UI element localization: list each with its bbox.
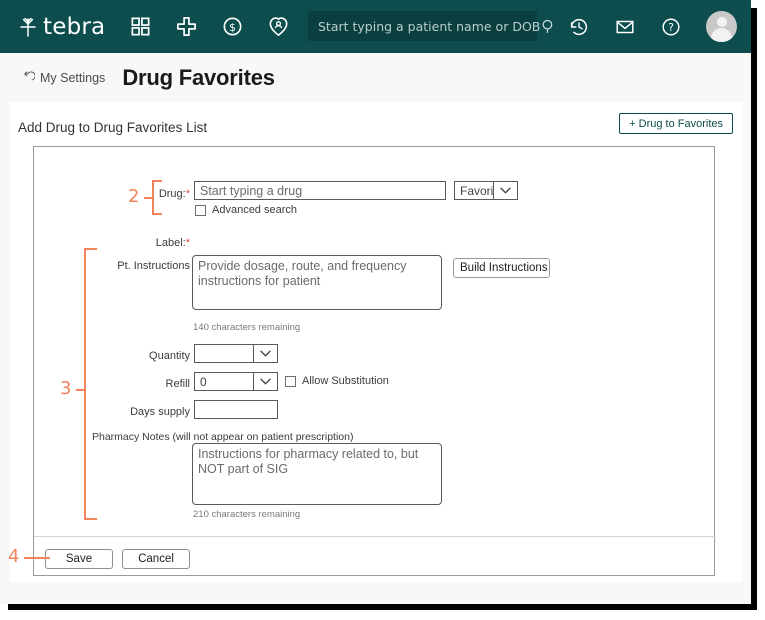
favorites-dropdown[interactable]: Favorites	[454, 181, 518, 200]
add-drug-to-favorites-button[interactable]: + Drug to Favorites	[619, 113, 733, 134]
pharmacy-notes-textarea[interactable]	[192, 443, 442, 505]
screen: tebra $ Start typing a patient name or D…	[0, 0, 765, 620]
refill-label: Refill	[165, 378, 190, 390]
top-navigation-bar: tebra $ Start typing a patient name or D…	[0, 0, 751, 53]
annotation-bracket-2	[152, 180, 162, 215]
search-input[interactable]: Start typing a patient name or DOB	[318, 19, 540, 34]
page-title-bar: My Settings Drug Favorites	[0, 53, 751, 102]
annotation-dash-3	[76, 389, 84, 391]
build-instructions-button[interactable]: Build Instructions	[453, 258, 550, 278]
refill-dropdown-arrow	[253, 373, 277, 390]
annotation-dash-2	[144, 197, 152, 199]
allow-substitution-label: Allow Substitution	[302, 375, 389, 387]
save-button[interactable]: Save	[45, 549, 113, 569]
days-supply-input[interactable]	[194, 400, 278, 419]
days-supply-label: Days supply	[130, 406, 190, 418]
annotation-dash-4	[24, 557, 50, 559]
avatar-body	[711, 28, 732, 42]
dashboard-grid-icon[interactable]	[129, 15, 152, 38]
add-plus-icon[interactable]	[175, 15, 198, 38]
allow-substitution-checkbox[interactable]	[285, 376, 296, 387]
quantity-label: Quantity	[149, 350, 190, 362]
section-title: Add Drug to Drug Favorites List	[18, 120, 208, 135]
mail-envelope-icon[interactable]	[614, 16, 636, 38]
svg-text:?: ?	[668, 22, 674, 34]
pt-instructions-char-hint: 140 characters remaining	[193, 322, 301, 333]
breadcrumb-back-link[interactable]: My Settings	[22, 71, 105, 85]
pharmacy-notes-label: Pharmacy Notes (will not appear on patie…	[92, 431, 354, 443]
refill-dropdown-value: 0	[200, 374, 207, 389]
pharmacy-notes-char-hint: 210 characters remaining	[193, 509, 301, 520]
breadcrumb-label: My Settings	[40, 70, 106, 85]
pt-instructions-textarea[interactable]	[192, 255, 442, 310]
page-title: Drug Favorites	[122, 64, 275, 90]
svg-text:$: $	[229, 22, 236, 34]
tebra-logo[interactable]: tebra	[16, 14, 105, 40]
primary-nav-icons: $	[129, 15, 290, 38]
history-clock-icon[interactable]	[568, 16, 590, 38]
advanced-search-label: Advanced search	[212, 204, 297, 216]
tebra-logo-text: tebra	[43, 13, 106, 40]
content-card: Add Drug to Drug Favorites List + Drug t…	[10, 102, 743, 582]
drug-search-input[interactable]	[194, 181, 446, 200]
form-divider	[34, 536, 716, 537]
favorites-dropdown-value: Favorites	[460, 183, 493, 198]
user-avatar[interactable]	[706, 11, 737, 42]
label-field-label: Label:*	[155, 237, 190, 249]
favorites-dropdown-arrow	[493, 182, 517, 199]
pt-instructions-label: Pt. Instructions	[117, 260, 190, 272]
back-arrow-icon	[22, 71, 36, 84]
refill-dropdown[interactable]: 0	[194, 372, 278, 391]
tebra-leaf-icon	[16, 15, 40, 39]
patient-search-box[interactable]: Start typing a patient name or DOB	[308, 11, 553, 41]
quantity-dropdown[interactable]	[194, 344, 278, 363]
patients-heart-icon[interactable]	[267, 15, 290, 38]
annotation-number-2: 2	[128, 186, 140, 207]
cancel-button[interactable]: Cancel	[122, 549, 190, 569]
annotation-number-4: 4	[8, 546, 20, 567]
annotation-bracket-3	[84, 248, 97, 520]
billing-dollar-icon[interactable]: $	[221, 15, 244, 38]
avatar-head	[716, 17, 727, 27]
app-window: tebra $ Start typing a patient name or D…	[0, 0, 751, 604]
quantity-dropdown-arrow	[253, 345, 277, 362]
help-question-icon[interactable]: ?	[660, 16, 682, 38]
advanced-search-checkbox[interactable]	[195, 205, 206, 216]
drug-favorite-form-panel: Drug:* Favorites Advanced search Label:*…	[33, 146, 716, 576]
search-icon[interactable]	[540, 18, 557, 35]
drug-required-asterisk: *	[185, 188, 190, 200]
label-required-asterisk: *	[185, 237, 190, 249]
annotation-number-3: 3	[60, 378, 72, 399]
secondary-nav-icons: ?	[568, 0, 737, 53]
